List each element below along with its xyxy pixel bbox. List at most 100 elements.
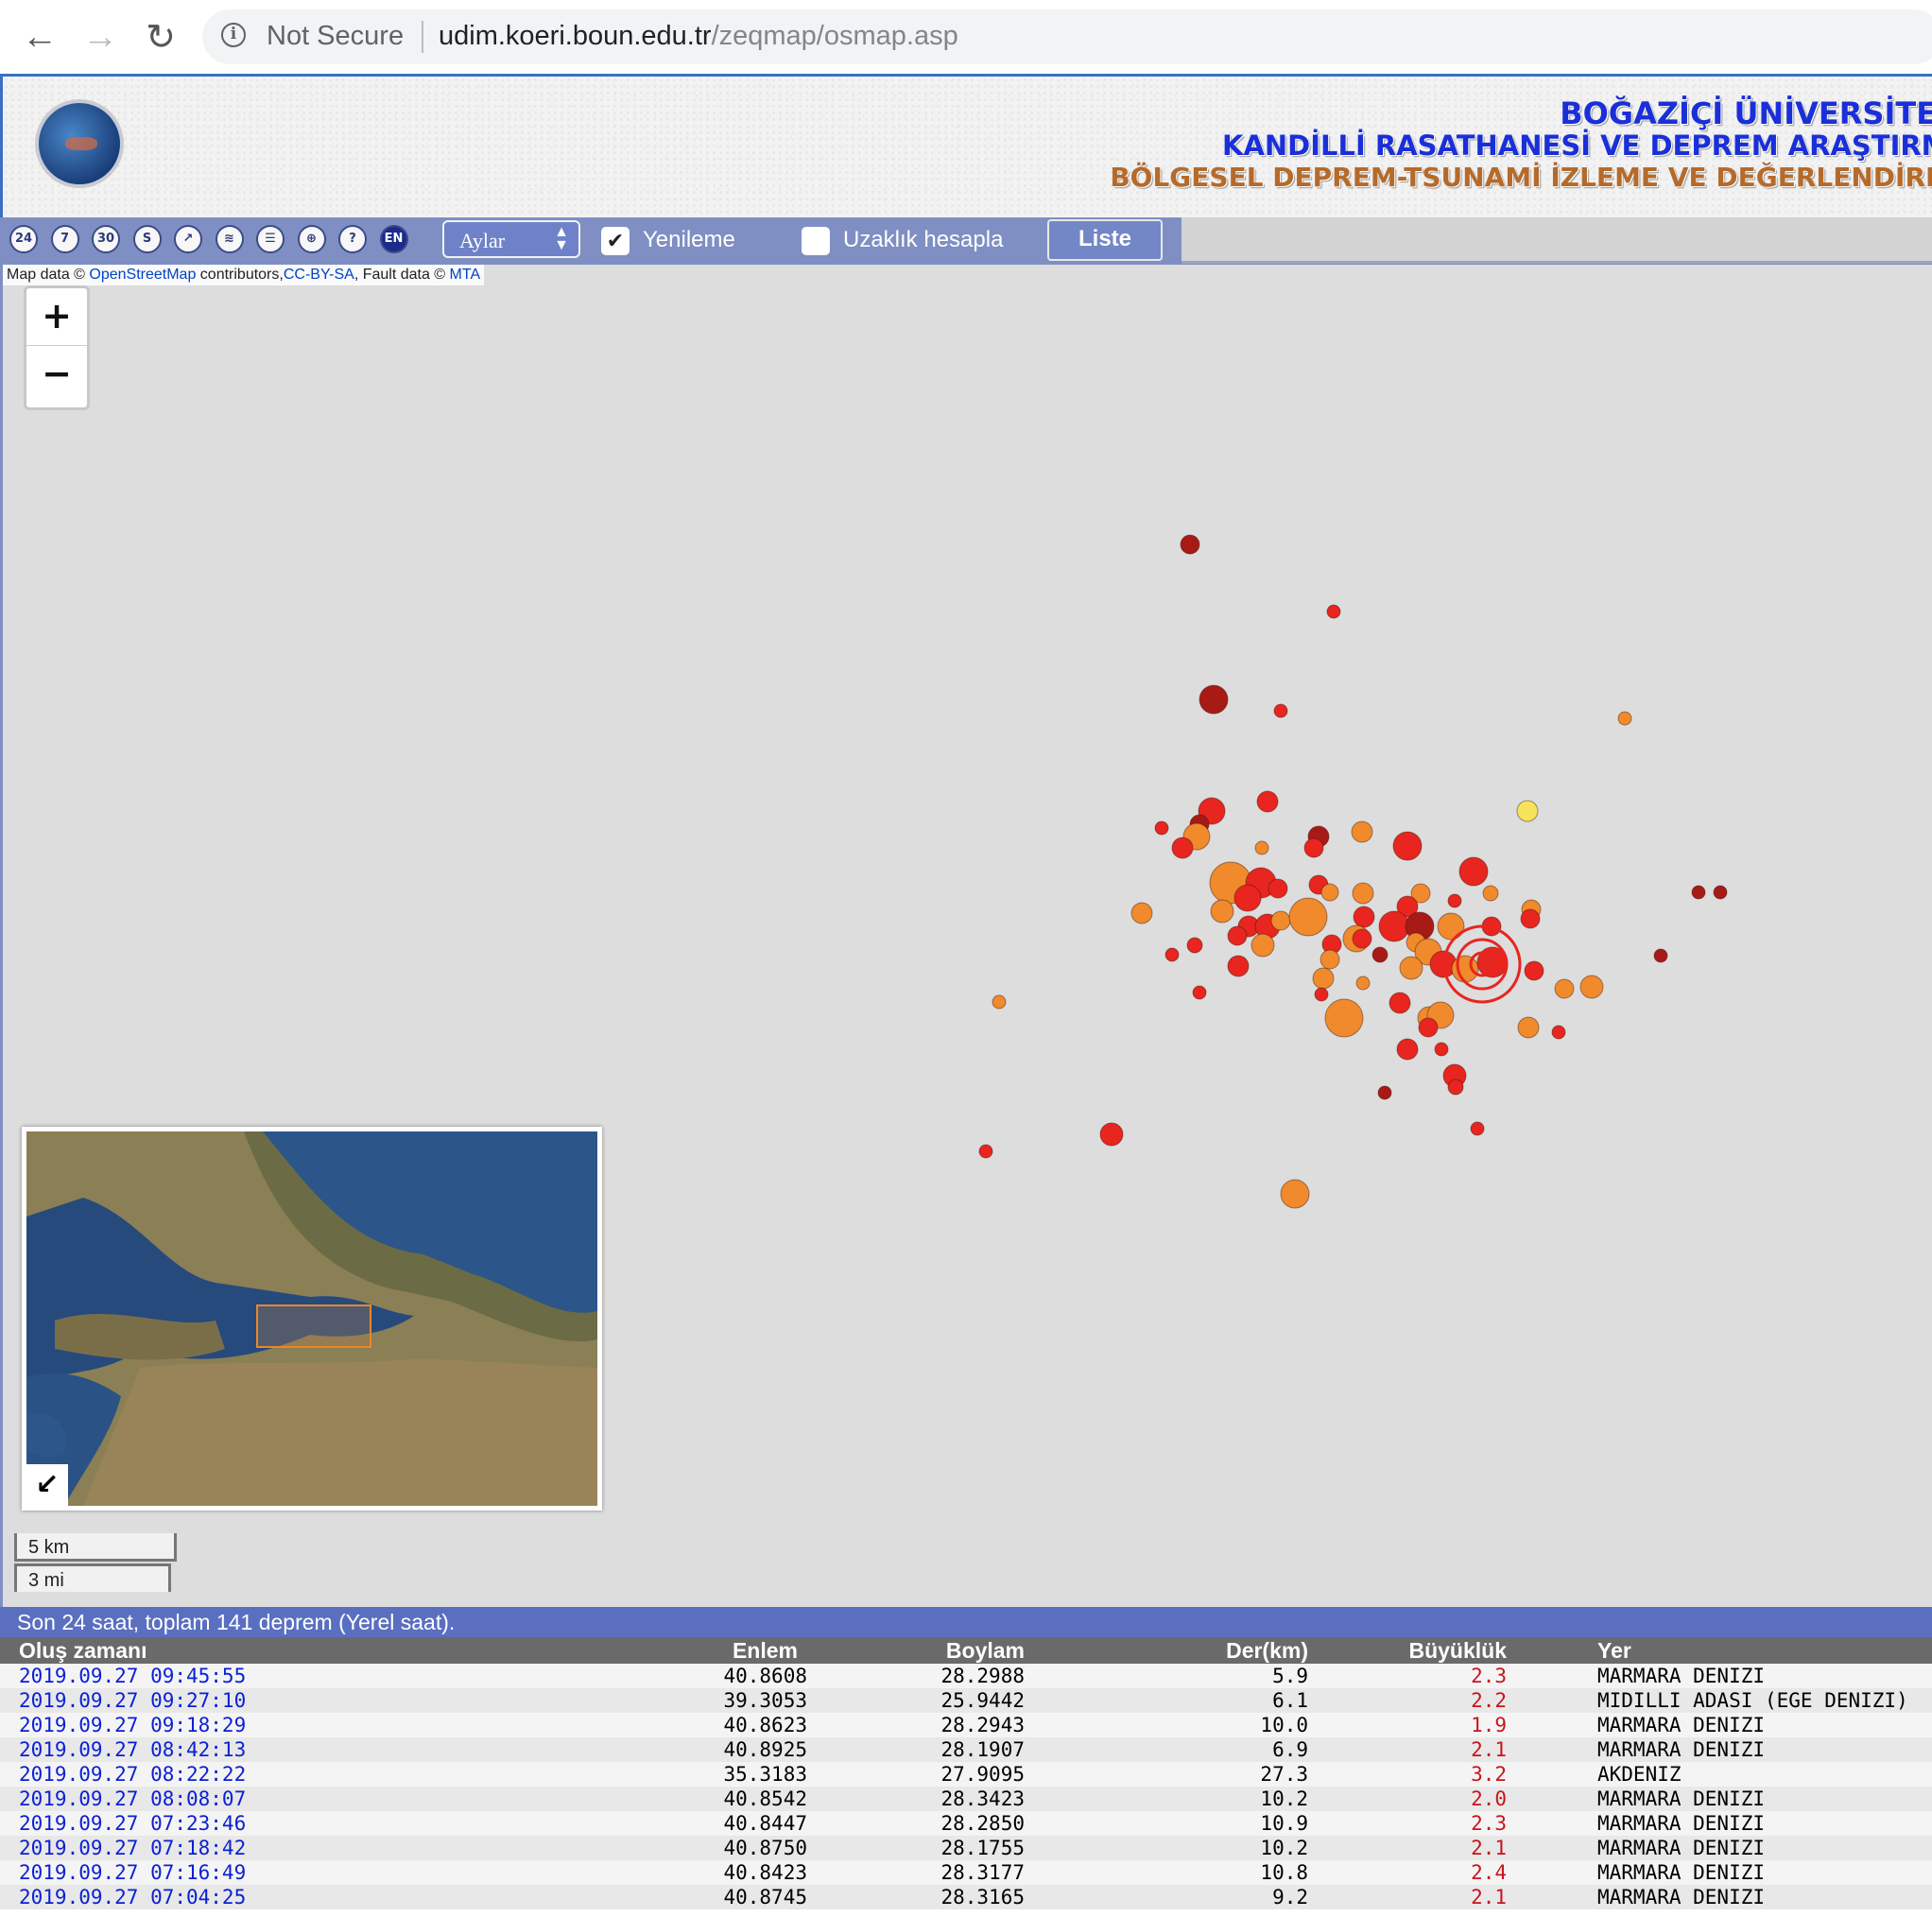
forward-arrow-icon[interactable]: →: [74, 13, 127, 60]
earthquake-marker[interactable]: [1517, 1016, 1540, 1039]
compass-icon[interactable]: ↗: [174, 225, 202, 253]
map-canvas[interactable]: Map data © OpenStreetMap contributors,CC…: [0, 265, 1932, 1607]
earthquake-marker[interactable]: [1233, 884, 1262, 912]
list-icon[interactable]: ☰: [256, 225, 285, 253]
earthquake-marker[interactable]: [1520, 908, 1541, 929]
table-row[interactable]: 2019.09.27 09:45:55 40.8608 28.2988 5.9 2.3 M…: [0, 1664, 1932, 1688]
earthquake-marker[interactable]: [1227, 925, 1248, 946]
earthquake-marker[interactable]: [1268, 878, 1288, 899]
osm-link[interactable]: OpenStreetMap: [89, 267, 196, 283]
address-bar[interactable]: i Not Secure udim.koeri.boun.edu.tr/zeqm…: [202, 9, 1932, 64]
layers-icon[interactable]: ≋: [215, 225, 244, 253]
earthquake-marker[interactable]: [1389, 992, 1411, 1014]
url-text[interactable]: udim.koeri.boun.edu.tr/zeqmap/osmap.asp: [439, 21, 958, 52]
earthquake-marker[interactable]: [1320, 883, 1339, 902]
earthquake-marker[interactable]: [1396, 1038, 1419, 1061]
mta-link[interactable]: MTA: [450, 267, 481, 283]
earthquake-marker[interactable]: [1371, 946, 1389, 963]
kandilli-logo[interactable]: [35, 99, 124, 188]
distance-checkbox[interactable]: [802, 227, 830, 255]
earthquake-marker[interactable]: [1437, 912, 1465, 941]
table-row[interactable]: 2019.09.27 07:16:49 40.8423 28.3177 10.8 2.4…: [0, 1860, 1932, 1885]
earthquake-marker[interactable]: [1653, 948, 1668, 963]
earthquake-marker[interactable]: [1377, 1085, 1392, 1100]
table-row[interactable]: 2019.09.27 07:23:46 40.8447 28.2850 10.9 2.3…: [0, 1811, 1932, 1836]
earthquake-marker[interactable]: [1324, 998, 1364, 1038]
earthquake-marker[interactable]: [1579, 975, 1604, 999]
earthquake-marker[interactable]: [992, 994, 1007, 1010]
help-icon[interactable]: ?: [338, 225, 367, 253]
time-link[interactable]: 2019.09.27 07:16:49: [19, 1860, 246, 1885]
zoom-in-button[interactable]: +: [26, 288, 87, 346]
earthquake-marker[interactable]: [1312, 967, 1335, 990]
earthquake-marker[interactable]: [1691, 885, 1706, 900]
earthquake-marker[interactable]: [1270, 910, 1291, 931]
7-days-icon[interactable]: 7: [50, 225, 79, 253]
earthquake-marker[interactable]: [1320, 949, 1340, 970]
time-link[interactable]: 2019.09.27 07:18:42: [19, 1836, 246, 1860]
earthquake-marker[interactable]: [1199, 684, 1229, 715]
overview-minimap[interactable]: ↙: [22, 1127, 602, 1511]
earthquake-marker[interactable]: [1352, 928, 1372, 949]
earthquake-marker[interactable]: [1554, 978, 1575, 999]
earthquake-marker[interactable]: [1227, 955, 1250, 977]
earthquake-marker[interactable]: [1164, 947, 1180, 962]
earthquake-marker[interactable]: [1154, 820, 1169, 836]
time-link[interactable]: 2019.09.27 07:04:25: [19, 1885, 246, 1909]
earthquake-marker[interactable]: [1351, 820, 1373, 843]
table-row[interactable]: 2019.09.27 08:08:07 40.8542 28.3423 10.2 2.0…: [0, 1787, 1932, 1811]
earthquake-marker[interactable]: [1254, 840, 1269, 855]
earthquake-marker[interactable]: [1447, 1079, 1464, 1096]
earthquake-marker[interactable]: [1256, 790, 1279, 813]
earthquake-marker[interactable]: [1418, 1017, 1439, 1038]
back-arrow-icon[interactable]: ←: [13, 13, 66, 60]
earthquake-marker[interactable]: [1251, 933, 1275, 958]
period-select[interactable]: Aylar ▲ ▼: [442, 220, 580, 258]
reload-icon[interactable]: ↻: [134, 13, 187, 60]
english-icon[interactable]: EN: [379, 225, 408, 253]
earthquake-marker[interactable]: [1392, 831, 1423, 861]
license-link[interactable]: CC-BY-SA: [284, 267, 354, 283]
earthquake-marker[interactable]: [1434, 1042, 1449, 1057]
earthquake-marker[interactable]: [1130, 902, 1153, 924]
earthquake-marker[interactable]: [1303, 838, 1324, 858]
earthquake-marker[interactable]: [1399, 956, 1423, 980]
earthquake-marker[interactable]: [1099, 1122, 1124, 1147]
earthquake-marker[interactable]: [1470, 1121, 1485, 1136]
refresh-checkbox[interactable]: ✔: [601, 227, 630, 255]
earthquake-marker[interactable]: [1353, 906, 1375, 928]
time-link[interactable]: 2019.09.27 08:42:13: [19, 1737, 246, 1762]
earthquake-marker[interactable]: [1447, 893, 1462, 908]
earthquake-marker[interactable]: [1352, 882, 1374, 905]
24-hours-icon[interactable]: 24: [9, 225, 38, 253]
earthquake-marker[interactable]: [1617, 711, 1632, 726]
earthquake-marker[interactable]: [1171, 837, 1194, 859]
earthquake-marker[interactable]: [1524, 960, 1544, 981]
earthquake-marker[interactable]: [1355, 976, 1371, 991]
earthquake-marker[interactable]: [1482, 885, 1499, 902]
list-button[interactable]: Liste: [1047, 219, 1163, 261]
table-row[interactable]: 2019.09.27 08:42:13 40.8925 28.1907 6.9 2.1 M…: [0, 1737, 1932, 1762]
time-link[interactable]: 2019.09.27 07:23:46: [19, 1811, 246, 1836]
earthquake-marker[interactable]: [1551, 1025, 1566, 1040]
info-icon[interactable]: i: [221, 23, 246, 47]
time-link[interactable]: 2019.09.27 08:08:07: [19, 1787, 246, 1811]
earthquake-marker[interactable]: [1516, 800, 1539, 822]
earthquake-marker[interactable]: [1378, 910, 1410, 942]
earthquake-marker[interactable]: [1273, 703, 1288, 718]
earthquake-marker[interactable]: [1288, 897, 1328, 937]
earthquake-marker[interactable]: [1192, 985, 1207, 1000]
table-row[interactable]: 2019.09.27 09:18:29 40.8623 28.2943 10.0 1.9…: [0, 1713, 1932, 1737]
time-link[interactable]: 2019.09.27 09:27:10: [19, 1688, 246, 1713]
time-link[interactable]: 2019.09.27 09:45:55: [19, 1664, 246, 1688]
earthquake-marker[interactable]: [1180, 534, 1200, 555]
earthquake-marker[interactable]: [1451, 955, 1479, 983]
table-row[interactable]: 2019.09.27 08:22:22 35.3183 27.9095 27.3 3.2…: [0, 1762, 1932, 1787]
earthquake-marker[interactable]: [1326, 604, 1341, 619]
earthquake-marker[interactable]: [1186, 937, 1203, 954]
earthquake-marker[interactable]: [1458, 856, 1489, 887]
30-days-icon[interactable]: 30: [92, 225, 120, 253]
table-row[interactable]: 2019.09.27 07:04:25 40.8745 28.3165 9.2 2.1 M…: [0, 1885, 1932, 1909]
table-row[interactable]: 2019.09.27 09:27:10 39.3053 25.9442 6.1 2.2 M…: [0, 1688, 1932, 1713]
earthquake-marker[interactable]: [978, 1144, 993, 1159]
